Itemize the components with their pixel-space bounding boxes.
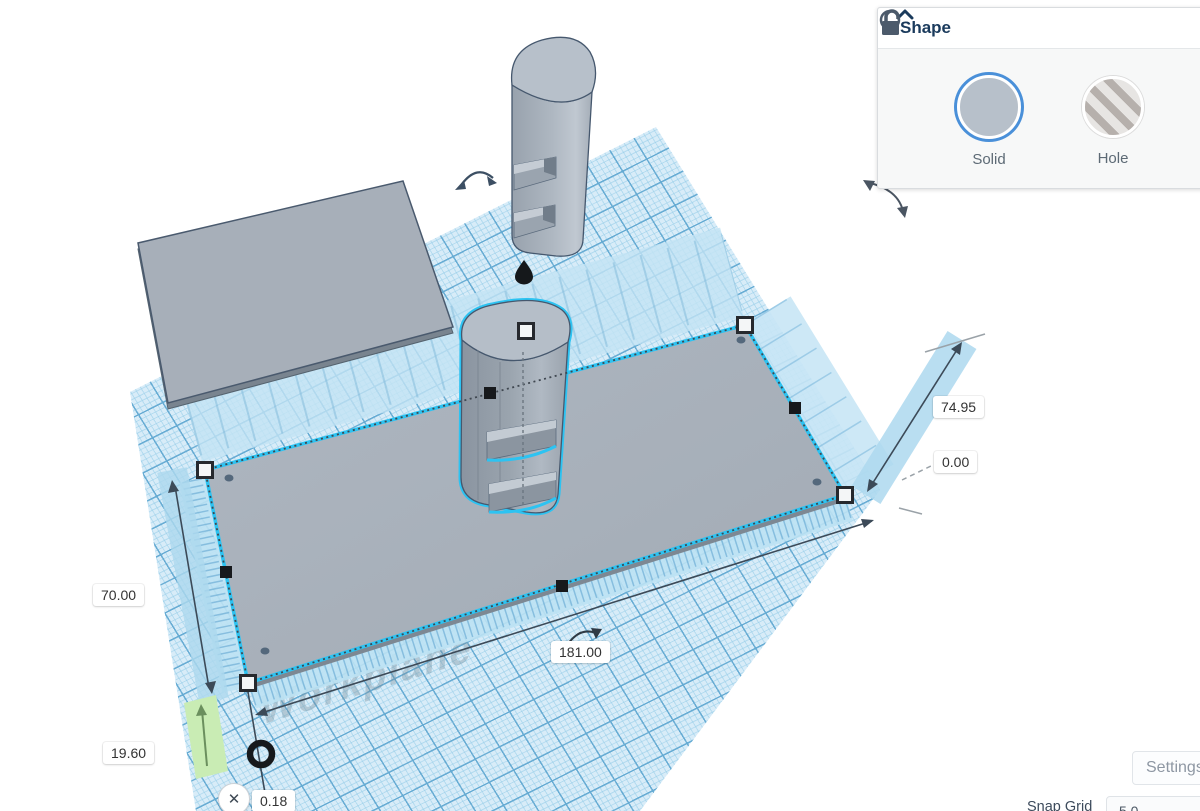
hole-label: Hole [1082,150,1144,167]
object-tower-floating[interactable] [512,37,596,256]
snap-grid-label: Snap Grid [1027,799,1092,811]
shape-panel-header: Shape [878,8,1200,49]
origin-ring-handle[interactable] [250,743,272,765]
close-button[interactable]: ✕ [218,783,250,811]
material-option-hole[interactable]: Hole [1082,76,1144,167]
solid-swatch [957,75,1021,139]
dim-width[interactable]: 70.00 [93,584,144,606]
edge-handle[interactable] [484,387,496,399]
corner-handle[interactable] [738,318,753,333]
shape-panel: Shape Solid Hole [877,7,1200,189]
rotate-handle-top[interactable] [455,172,497,190]
solid-label: Solid [957,151,1021,168]
edge-handle[interactable] [789,402,801,414]
elevation-band [184,695,228,779]
plate-hole [261,648,270,655]
corner-handle[interactable] [838,488,853,503]
material-option-solid[interactable]: Solid [957,75,1021,168]
object-tower-selected[interactable] [461,301,570,513]
dim-altitude[interactable]: 0.00 [934,451,977,473]
hole-swatch [1082,76,1144,138]
plate-hole [737,337,746,344]
corner-handle[interactable] [241,676,256,691]
settings-button[interactable]: Settings [1132,751,1200,785]
snap-grid-dropdown[interactable]: 5.0 [1106,796,1200,811]
plate-hole [225,475,234,482]
dim-plate-height[interactable]: 19.60 [103,742,154,764]
dim-origin-offset[interactable]: 0.18 [252,790,295,811]
edge-handle[interactable] [220,566,232,578]
close-icon: ✕ [228,790,241,808]
dim-length[interactable]: 181.00 [551,641,610,663]
plate-hole [813,479,822,486]
lightbulb-icon[interactable] [878,8,902,40]
viewport-3d[interactable]: Workplane [0,0,1200,811]
panel-title: Shape [900,18,951,38]
corner-handle[interactable] [198,463,213,478]
height-drag-handle[interactable] [515,260,533,285]
top-height-handle[interactable] [519,324,534,339]
dim-height[interactable]: 74.95 [933,396,984,418]
edge-handle[interactable] [556,580,568,592]
